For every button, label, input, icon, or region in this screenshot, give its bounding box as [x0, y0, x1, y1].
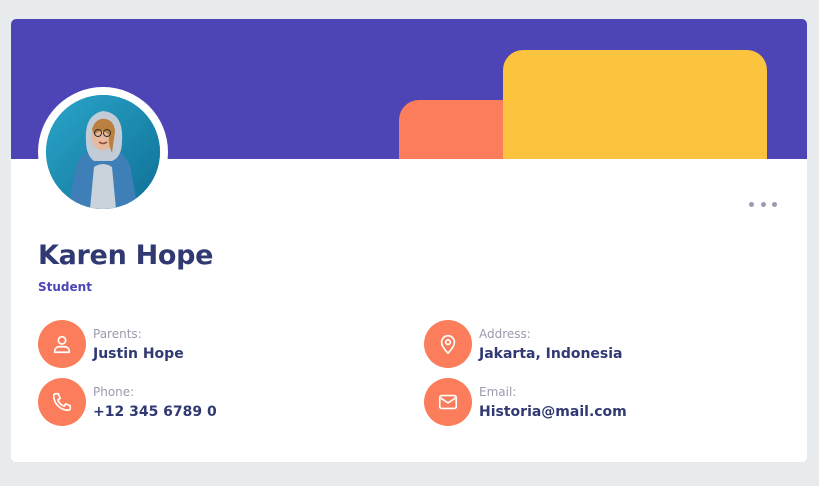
phone-label: Phone:	[93, 384, 135, 399]
profile-card: Karen Hope Student Parents: Justin Hope …	[11, 19, 807, 462]
info-phone: Phone: +12 345 6789 0	[38, 378, 217, 426]
email-value: Historia@mail.com	[479, 403, 627, 420]
user-icon	[38, 320, 86, 368]
info-parents: Parents: Justin Hope	[38, 320, 184, 368]
parents-value: Justin Hope	[93, 345, 184, 362]
mail-icon[interactable]	[424, 378, 472, 426]
phone-value: +12 345 6789 0	[93, 403, 217, 420]
info-address: Address: Jakarta, Indonesia	[424, 320, 623, 368]
address-label: Address:	[479, 326, 531, 341]
phone-icon[interactable]	[38, 378, 86, 426]
info-email: Email: Historia@mail.com	[424, 378, 627, 426]
more-horizontal-icon	[749, 201, 754, 207]
more-horizontal-icon	[760, 201, 766, 207]
address-value: Jakarta, Indonesia	[479, 345, 623, 362]
map-pin-icon	[424, 320, 472, 368]
banner-decoration-yellow	[503, 50, 767, 159]
more-options-button[interactable]	[749, 197, 777, 211]
email-label: Email:	[479, 384, 517, 399]
profile-role: Student	[38, 280, 92, 294]
parents-label: Parents:	[93, 326, 142, 341]
more-horizontal-icon	[772, 201, 777, 207]
avatar	[46, 95, 160, 209]
profile-name: Karen Hope	[38, 240, 214, 271]
